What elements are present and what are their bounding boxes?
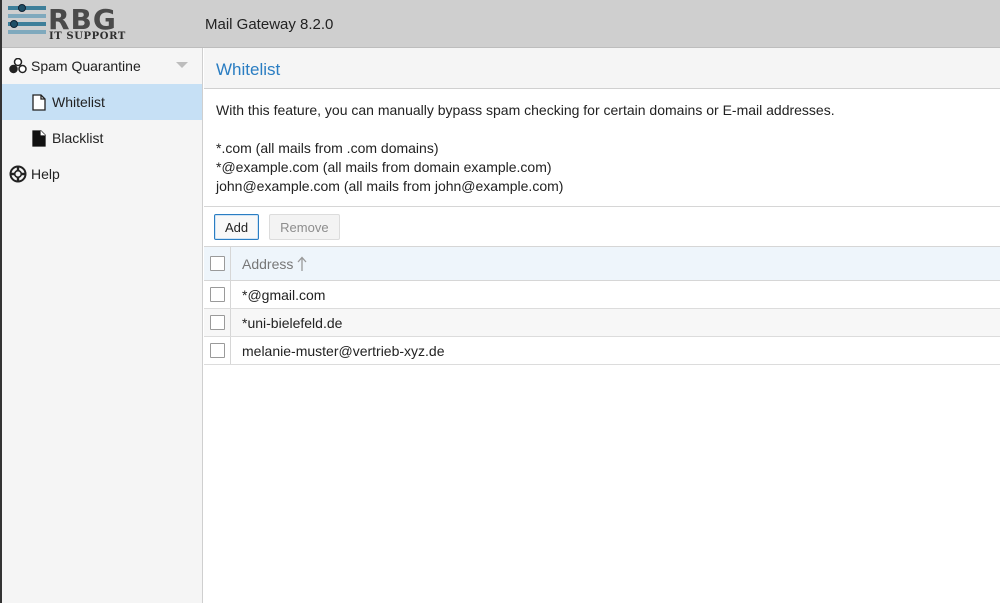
document-filled-icon: [30, 129, 48, 147]
grid-header: Address: [204, 247, 1000, 281]
table-row[interactable]: *uni-bielefeld.de: [204, 309, 1000, 337]
document-outline-icon: [30, 93, 48, 111]
app-window: RBG IT SUPPORT Mail Gateway 8.2.0 Spam Q…: [0, 0, 1000, 603]
column-header-address[interactable]: Address: [231, 256, 307, 272]
column-header-label: Address: [242, 255, 294, 272]
row-checkbox[interactable]: [209, 287, 225, 302]
row-checkbox-cell: [204, 309, 231, 336]
description-box: With this feature, you can manually bypa…: [204, 89, 1000, 207]
panel-title: Whitelist: [204, 48, 1000, 89]
row-checkbox-cell: [204, 281, 231, 308]
address-cell: *uni-bielefeld.de: [242, 314, 343, 331]
sidebar-item-label: Blacklist: [52, 130, 104, 146]
app-title: Mail Gateway 8.2.0: [205, 16, 334, 33]
sidebar: Spam Quarantine Whitelist Blacklist Help: [2, 48, 203, 603]
lifebuoy-icon: [9, 165, 27, 183]
row-checkbox[interactable]: [209, 315, 225, 330]
logo-sub-text: IT SUPPORT: [49, 31, 126, 42]
address-cell: melanie-muster@vertrieb-xyz.de: [242, 342, 445, 359]
example-line: *.com (all mails from .com domains): [216, 140, 439, 156]
sidebar-item-blacklist[interactable]: Blacklist: [2, 120, 202, 156]
row-checkbox-cell: [204, 337, 231, 364]
chevron-down-icon[interactable]: [176, 62, 188, 68]
select-all-checkbox[interactable]: [209, 256, 225, 271]
example-line: *@example.com (all mails from domain exa…: [216, 159, 552, 175]
top-header: RBG IT SUPPORT Mail Gateway 8.2.0: [2, 0, 1000, 48]
table-row[interactable]: *@gmail.com: [204, 281, 1000, 309]
address-cell: *@gmail.com: [242, 286, 326, 303]
sidebar-item-help[interactable]: Help: [2, 156, 202, 192]
toolbar: Add Remove: [204, 207, 1000, 247]
logo-bars-icon: [8, 4, 46, 42]
sidebar-item-spam-quarantine[interactable]: Spam Quarantine: [2, 48, 202, 84]
sort-ascending-icon: [297, 256, 307, 272]
table-row[interactable]: melanie-muster@vertrieb-xyz.de: [204, 337, 1000, 365]
add-button[interactable]: Add: [214, 214, 260, 240]
grid-body: *@gmail.com *uni-bielefeld.de melanie-mu…: [204, 281, 1000, 365]
sidebar-item-label: Help: [31, 166, 60, 182]
company-logo: RBG IT SUPPORT: [8, 3, 132, 43]
remove-button: Remove: [269, 214, 340, 240]
sidebar-item-label: Whitelist: [52, 94, 105, 110]
sidebar-item-whitelist[interactable]: Whitelist: [2, 84, 202, 120]
row-checkbox[interactable]: [209, 343, 225, 358]
example-line: john@example.com (all mails from john@ex…: [216, 178, 564, 194]
spam-quarantine-icon: [9, 57, 27, 75]
main-panel: Whitelist With this feature, you can man…: [204, 48, 1000, 603]
description-text: With this feature, you can manually bypa…: [216, 102, 835, 118]
select-all-cell: [204, 247, 231, 280]
sidebar-item-label: Spam Quarantine: [31, 58, 141, 74]
address-grid: Address *@gmail.com *uni-bielefeld.de me…: [204, 247, 1000, 365]
